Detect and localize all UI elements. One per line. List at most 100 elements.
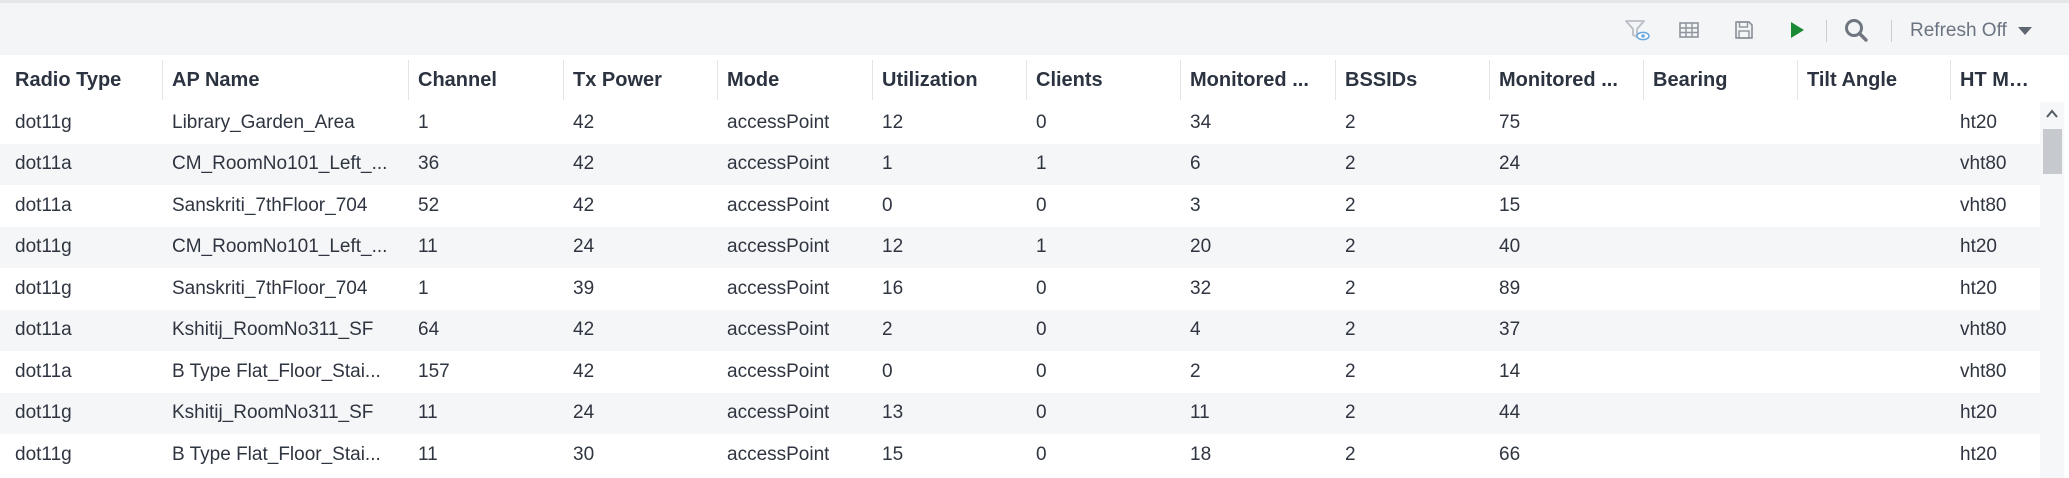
save-icon[interactable]: [1731, 17, 1757, 43]
table-row[interactable]: dot11g CM_RoomNo101_Left_... 11 24 accessPoi…: [0, 226, 2040, 269]
column-header-monitored-b[interactable]: Monitored ...: [1490, 58, 1644, 102]
cell-value: 16: [882, 277, 904, 299]
cell-value: accessPoint: [727, 194, 830, 216]
cell-value: 2: [1345, 277, 1356, 299]
cell-value: 44: [1499, 402, 1521, 424]
column-resize-handle[interactable]: [1026, 60, 1027, 100]
cell-radio-type: dot11g: [6, 393, 163, 435]
column-header-tx-power[interactable]: Tx Power: [564, 58, 718, 102]
column-resize-handle[interactable]: [717, 60, 718, 100]
cell-channel: 157: [409, 351, 564, 393]
cell-value: accessPoint: [727, 319, 830, 341]
cell-ht-mode: ht20: [1951, 227, 2040, 269]
scroll-up-arrow-icon[interactable]: [2044, 106, 2060, 122]
cell-bearing: [1644, 393, 1798, 435]
column-header-ap-name[interactable]: AP Name: [163, 58, 409, 102]
run-play-icon[interactable]: [1784, 17, 1810, 43]
table-row[interactable]: dot11a Kshitij_RoomNo311_SF 64 42 accessPoin…: [0, 309, 2040, 352]
column-header-clients[interactable]: Clients: [1027, 58, 1181, 102]
cell-utilization: 0: [873, 185, 1027, 227]
table-row[interactable]: dot11g Kshitij_RoomNo311_SF 11 24 accessPoin…: [0, 392, 2040, 435]
column-header-utilization[interactable]: Utilization: [873, 58, 1027, 102]
cell-monitored-a: 4: [1181, 310, 1336, 352]
cell-monitored-a: 18: [1181, 434, 1336, 476]
cell-mode: accessPoint: [718, 434, 873, 476]
cell-value: 12: [882, 111, 904, 133]
column-header-label: Channel: [418, 68, 497, 91]
cell-value: 1: [418, 111, 429, 133]
cell-mode: accessPoint: [718, 185, 873, 227]
search-icon[interactable]: [1842, 17, 1870, 43]
column-resize-handle[interactable]: [1643, 60, 1644, 100]
column-resize-handle[interactable]: [1180, 60, 1181, 100]
grid-header-row: Radio Type AP Name Channel Tx Power Mode Util…: [0, 58, 2040, 102]
refresh-dropdown[interactable]: Refresh Off: [1910, 17, 2033, 45]
cell-channel: 11: [409, 393, 564, 435]
cell-bssids: 2: [1336, 351, 1490, 393]
cell-ap-name: CM_RoomNo101_Left_...: [163, 144, 409, 186]
cell-bearing: [1644, 434, 1798, 476]
cell-value: 11: [418, 236, 438, 258]
cell-value: 52: [418, 194, 440, 216]
cell-tilt-angle: [1798, 268, 1951, 310]
column-resize-handle[interactable]: [563, 60, 564, 100]
cell-value: B Type Flat_Floor_Stai...: [172, 443, 381, 465]
column-header-mode[interactable]: Mode: [718, 58, 873, 102]
column-resize-handle[interactable]: [1335, 60, 1336, 100]
cell-value: 89: [1499, 277, 1521, 299]
cell-monitored-a: 11: [1181, 393, 1336, 435]
data-grid: Radio Type AP Name Channel Tx Power Mode Util…: [0, 58, 2040, 478]
table-row[interactable]: dot11g B Type Flat_Floor_Stai... 11 30 acces…: [0, 434, 2040, 476]
cell-radio-type: dot11g: [6, 102, 163, 144]
cell-tx-power: 24: [564, 393, 718, 435]
column-resize-handle[interactable]: [1489, 60, 1490, 100]
cell-clients: 1: [1027, 227, 1181, 269]
cell-value: Sanskriti_7thFloor_704: [172, 277, 368, 299]
column-resize-handle[interactable]: [1797, 60, 1798, 100]
column-header-label: HT Mode: [1960, 68, 2040, 91]
cell-value: Sanskriti_7thFloor_704: [172, 194, 368, 216]
cell-bssids: 2: [1336, 144, 1490, 186]
table-row[interactable]: dot11a CM_RoomNo101_Left_... 36 42 accessPoi…: [0, 143, 2040, 186]
cell-value: accessPoint: [727, 402, 830, 424]
column-resize-handle[interactable]: [1950, 60, 1951, 100]
column-header-label: AP Name: [172, 68, 260, 91]
cell-bearing: [1644, 310, 1798, 352]
cell-tilt-angle: [1798, 310, 1951, 352]
column-header-label: Bearing: [1653, 68, 1728, 91]
cell-ap-name: B Type Flat_Floor_Stai...: [163, 351, 409, 393]
cell-ht-mode: vht80: [1951, 185, 2040, 227]
column-header-radio-type[interactable]: Radio Type: [6, 58, 163, 102]
cell-value: 2: [1190, 360, 1201, 382]
column-resize-handle[interactable]: [162, 60, 163, 100]
cell-value: vht80: [1960, 319, 2007, 341]
column-header-tilt-angle[interactable]: Tilt Angle: [1798, 58, 1951, 102]
column-header-label: Tilt Angle: [1807, 68, 1897, 91]
column-header-monitored-a[interactable]: Monitored ...: [1181, 58, 1336, 102]
column-header-channel[interactable]: Channel: [409, 58, 564, 102]
table-row[interactable]: dot11g Sanskriti_7thFloor_704 1 39 accessPoi…: [0, 268, 2040, 310]
cell-tx-power: 42: [564, 351, 718, 393]
cell-value: dot11a: [15, 360, 72, 382]
table-row[interactable]: dot11a Sanskriti_7thFloor_704 52 42 accessPo…: [0, 185, 2040, 227]
column-header-ht-mode[interactable]: HT Mode: [1951, 58, 2040, 102]
column-resize-handle[interactable]: [408, 60, 409, 100]
columns-grid-icon[interactable]: [1676, 17, 1702, 43]
cell-value: 11: [418, 443, 438, 465]
toolbar-divider: [1891, 20, 1892, 42]
cell-value: 6: [1190, 153, 1201, 175]
table-row[interactable]: dot11g Library_Garden_Area 1 42 accessPoint 1…: [0, 102, 2040, 144]
filter-show-icon[interactable]: [1622, 17, 1652, 43]
cell-value: 64: [418, 319, 440, 341]
column-resize-handle[interactable]: [872, 60, 873, 100]
cell-value: 0: [1036, 277, 1047, 299]
cell-value: 2: [1345, 111, 1356, 133]
scrollbar-thumb[interactable]: [2043, 129, 2062, 174]
column-header-bearing[interactable]: Bearing: [1644, 58, 1798, 102]
cell-value: ht20: [1960, 277, 1997, 299]
cell-ht-mode: vht80: [1951, 144, 2040, 186]
table-row[interactable]: dot11a B Type Flat_Floor_Stai... 157 42 acce…: [0, 351, 2040, 393]
cell-value: dot11g: [15, 277, 72, 299]
column-header-bssids[interactable]: BSSIDs: [1336, 58, 1490, 102]
cell-value: 42: [573, 111, 595, 133]
